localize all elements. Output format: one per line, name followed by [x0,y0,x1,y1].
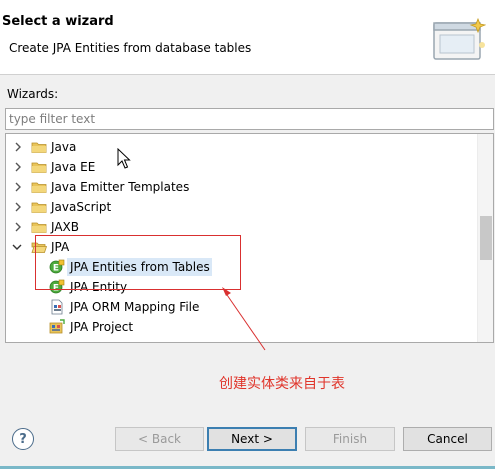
tree-item-label: JPA ORM Mapping File [70,300,200,314]
tree-item-java[interactable]: Java [6,137,478,157]
folder-icon [31,142,47,153]
tree-item-jpa-project[interactable]: JPA Project [6,317,478,337]
next-button[interactable]: Next > [207,427,297,451]
tree-item-jpa-entity[interactable]: E JPA Entity [6,277,478,297]
jpa-project-icon [49,319,65,334]
tree-item-label: JPA Project [70,320,134,334]
tree-item-label: JPA Entities from Tables [70,260,210,274]
tree-scrollbar[interactable] [477,134,493,342]
page-description: Create JPA Entities from database tables [9,41,252,55]
annotation-text: 创建实体类来自于表 [219,376,345,392]
page-title: Select a wizard [2,14,114,29]
tree-item-jpa[interactable]: JPA [6,237,478,257]
mouse-cursor-icon [117,148,131,169]
folder-icon [31,162,47,173]
tree-item-label: JavaScript [51,200,112,214]
tree-item-label: JPA [51,240,70,254]
finish-button[interactable]: Finish [305,427,395,451]
folder-icon [31,222,47,233]
tree-item-label: JPA Entity [70,280,128,294]
folder-icon [31,182,47,193]
scrollbar-thumb[interactable] [480,216,492,260]
chevron-right-icon[interactable] [12,161,24,173]
tree-item-jpa-entities-from-tables[interactable]: E JPA Entities from Tables [6,257,478,277]
tree-item-jpa-orm-mapping-file[interactable]: JPA ORM Mapping File [6,297,478,317]
svg-text:E: E [53,284,59,294]
filter-input[interactable] [5,108,494,130]
wizard-tree[interactable]: Java Java EE Java Emitter Templates Java… [5,133,494,343]
tree-item-javascript[interactable]: JavaScript [6,197,478,217]
cancel-button[interactable]: Cancel [403,427,492,451]
tree-item-label: Java Emitter Templates [51,180,190,194]
jpa-entity-icon: E [49,279,65,294]
tree-item-label: JAXB [51,220,79,234]
tree-item-label: Java [51,140,77,154]
folder-icon [31,202,47,213]
chevron-right-icon[interactable] [12,221,24,233]
tree-item-label: Java EE [51,160,96,174]
tree-item-jaxb[interactable]: JAXB [6,217,478,237]
wizards-label: Wizards: [7,87,59,101]
wizard-banner-icon [433,17,486,60]
tree-item-java-emitter-templates[interactable]: Java Emitter Templates [6,177,478,197]
chevron-right-icon[interactable] [12,201,24,213]
chevron-right-icon[interactable] [12,141,24,153]
orm-file-icon [51,299,63,315]
tree-item-java-ee[interactable]: Java EE [6,157,478,177]
back-button[interactable]: < Back [115,427,204,451]
folder-open-icon [31,242,47,253]
chevron-right-icon[interactable] [12,181,24,193]
help-button[interactable]: ? [12,428,34,450]
chevron-down-icon[interactable] [11,241,23,253]
svg-text:E: E [53,264,59,274]
jpa-entity-icon: E [49,259,65,274]
wizard-header: Select a wizard Create JPA Entities from… [0,0,495,75]
